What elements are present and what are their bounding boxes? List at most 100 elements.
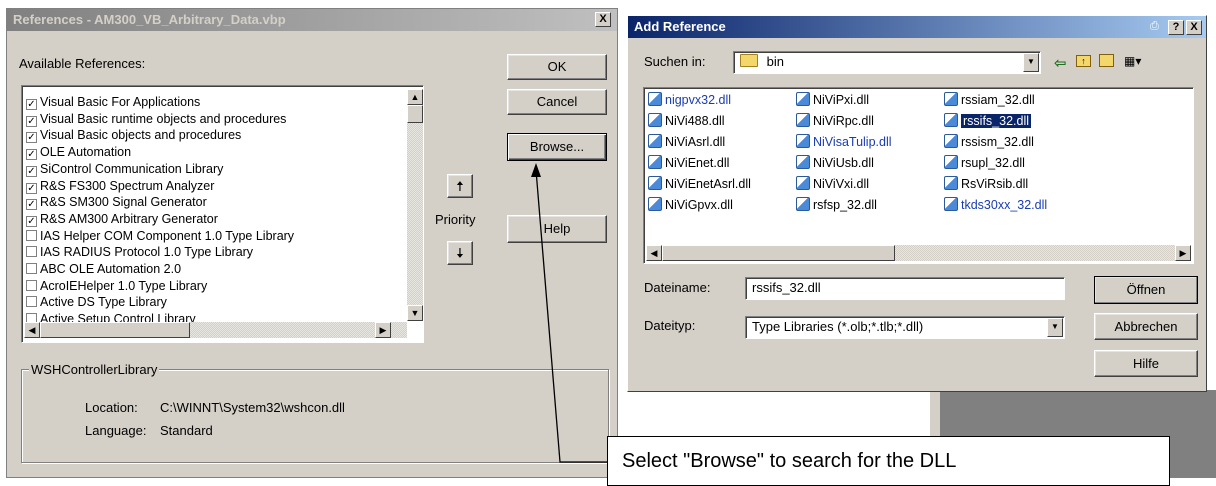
- file-item[interactable]: NiViEnetAsrl.dll: [648, 175, 751, 194]
- scrollbar-thumb[interactable]: [407, 105, 423, 123]
- view-menu-icon[interactable]: ▦▾: [1124, 54, 1148, 68]
- chevron-down-icon[interactable]: ▼: [1023, 53, 1039, 72]
- reference-list-item[interactable]: ✓ R&S AM300 Arbitrary Generator: [26, 211, 218, 228]
- close-title-button[interactable]: X: [1186, 20, 1202, 35]
- dll-file-icon: [796, 155, 810, 169]
- ok-button[interactable]: OK: [507, 54, 607, 80]
- abbrechen-button[interactable]: Abbrechen: [1094, 313, 1198, 340]
- checkbox-checked-icon[interactable]: ✓: [26, 215, 37, 227]
- file-item[interactable]: RsViRsib.dll: [944, 175, 1028, 194]
- up-folder-icon[interactable]: ↑: [1076, 55, 1091, 67]
- checkbox-checked-icon[interactable]: ✓: [26, 149, 37, 161]
- checkbox-unchecked-icon[interactable]: [26, 263, 37, 274]
- file-item[interactable]: nigpvx32.dll: [648, 91, 731, 110]
- reference-list-item[interactable]: AcroIEHelper 1.0 Type Library: [26, 278, 207, 295]
- references-vertical-scrollbar[interactable]: ▲ ▼: [407, 89, 423, 321]
- file-name: rssism_32.dll: [961, 135, 1034, 149]
- reference-list-item[interactable]: ✓ OLE Automation: [26, 144, 131, 161]
- file-name: tkds30xx_32.dll: [961, 198, 1048, 212]
- callout-text: Select "Browse" to search for the DLL: [622, 450, 957, 472]
- references-listbox[interactable]: ✓ Visual Basic For Applications ✓ Visual Ba…: [21, 85, 424, 343]
- file-name: NiViRpc.dll: [813, 114, 874, 128]
- checkbox-unchecked-icon[interactable]: [26, 279, 37, 291]
- checkbox-checked-icon[interactable]: ✓: [26, 199, 37, 211]
- scroll-down-arrow-icon[interactable]: ▼: [407, 305, 423, 321]
- dll-file-icon: [796, 134, 810, 148]
- reference-list-item[interactable]: ABC OLE Automation 2.0: [26, 261, 181, 278]
- dll-file-icon: [944, 92, 958, 106]
- file-item[interactable]: NiVi488.dll: [648, 112, 725, 131]
- file-item[interactable]: NiViVxi.dll: [796, 175, 869, 194]
- checkbox-unchecked-icon[interactable]: [26, 296, 37, 308]
- file-item[interactable]: NiViAsrl.dll: [648, 133, 725, 152]
- look-in-value: bin: [766, 54, 784, 69]
- checkbox-checked-icon[interactable]: ✓: [26, 132, 37, 144]
- reference-list-item[interactable]: ✓ R&S SM300 Signal Generator: [26, 194, 207, 211]
- file-item[interactable]: rssism_32.dll: [944, 133, 1034, 152]
- file-item[interactable]: NiViUsb.dll: [796, 154, 874, 173]
- scroll-up-arrow-icon[interactable]: ▲: [407, 89, 423, 105]
- file-list[interactable]: nigpvx32.dll NiVi488.dll NiViAsrl.dll NiViE…: [643, 87, 1194, 264]
- references-horizontal-scrollbar[interactable]: ◀ ▶: [24, 322, 407, 338]
- horizontal-scrollbar-thumb[interactable]: [40, 322, 190, 338]
- file-item[interactable]: rsupl_32.dll: [944, 154, 1025, 173]
- reference-list-item[interactable]: ✓ SiControl Communication Library: [26, 161, 223, 178]
- hilfe-button[interactable]: Hilfe: [1094, 350, 1198, 377]
- scroll-left-arrow-icon[interactable]: ◀: [646, 245, 662, 261]
- file-item[interactable]: NiViGpvx.dll: [648, 196, 733, 215]
- checkbox-checked-icon[interactable]: ✓: [26, 165, 37, 177]
- filetype-combo[interactable]: Type Libraries (*.olb;*.tlb;*.dll) ▼: [745, 316, 1065, 339]
- reference-label: ABC OLE Automation 2.0: [40, 262, 182, 276]
- checkbox-unchecked-icon[interactable]: [26, 229, 37, 241]
- reference-list-item[interactable]: IAS RADIUS Protocol 1.0 Type Library: [26, 244, 253, 261]
- file-item[interactable]: rsfsp_32.dll: [796, 196, 877, 215]
- new-folder-icon[interactable]: [1099, 54, 1114, 67]
- references-close-button[interactable]: X: [595, 12, 611, 27]
- browse-button[interactable]: Browse...: [507, 133, 607, 161]
- arrow-up-icon: 🠅: [456, 178, 464, 194]
- help-title-button[interactable]: ?: [1168, 20, 1184, 35]
- checkbox-checked-icon[interactable]: ✓: [26, 115, 37, 127]
- reference-list-item[interactable]: Active DS Type Library: [26, 294, 167, 311]
- cancel-button[interactable]: Cancel: [507, 89, 607, 115]
- reference-label: Active DS Type Library: [40, 295, 167, 310]
- dll-file-icon: [944, 113, 958, 127]
- reference-list-item[interactable]: ✓ Visual Basic objects and procedures: [26, 127, 241, 144]
- dll-file-icon: [944, 134, 958, 148]
- scroll-right-arrow-icon[interactable]: ▶: [1175, 245, 1191, 261]
- file-item[interactable]: tkds30xx_32.dll: [944, 196, 1047, 215]
- chevron-down-icon[interactable]: ▼: [1047, 318, 1063, 337]
- references-title-bar[interactable]: References - AM300_VB_Arbitrary_Data.vbp: [7, 9, 617, 31]
- open-button[interactable]: Öffnen: [1094, 276, 1198, 304]
- filename-input[interactable]: rssifs_32.dll: [745, 277, 1065, 300]
- file-item[interactable]: rssiam_32.dll: [944, 91, 1035, 110]
- file-item[interactable]: NiViRpc.dll: [796, 112, 874, 131]
- file-list-scrollbar-thumb[interactable]: [662, 245, 895, 261]
- reference-label: Visual Basic objects and procedures: [40, 128, 242, 143]
- reference-list-item[interactable]: ✓ R&S FS300 Spectrum Analyzer: [26, 178, 214, 195]
- file-item[interactable]: NiViEnet.dll: [648, 154, 729, 173]
- back-arrow-icon[interactable]: ⇦: [1054, 54, 1067, 72]
- reference-list-item[interactable]: IAS Helper COM Component 1.0 Type Librar…: [26, 228, 294, 245]
- printer-icon: ⎙: [1150, 20, 1159, 32]
- checkbox-checked-icon[interactable]: ✓: [26, 182, 37, 194]
- priority-up-button[interactable]: 🠅: [447, 174, 473, 198]
- filetype-label: Dateityp:: [644, 318, 696, 333]
- file-name: NiViEnetAsrl.dll: [665, 177, 751, 191]
- reference-list-item[interactable]: ✓ Visual Basic For Applications: [26, 94, 200, 111]
- file-item[interactable]: NiVisaTulip.dll: [796, 133, 892, 152]
- help-button[interactable]: Help: [507, 215, 607, 243]
- add-reference-title-bar[interactable]: Add Reference: [628, 16, 1206, 38]
- scroll-left-arrow-icon[interactable]: ◀: [24, 322, 40, 338]
- file-item[interactable]: rssifs_32.dll: [944, 112, 1031, 131]
- look-in-combo[interactable]: bin ▼: [733, 51, 1041, 74]
- checkbox-checked-icon[interactable]: ✓: [26, 99, 37, 110]
- checkbox-unchecked-icon[interactable]: [26, 246, 37, 258]
- priority-down-button[interactable]: 🠇: [447, 241, 473, 265]
- reference-list-item[interactable]: ✓ Visual Basic runtime objects and proced…: [26, 111, 286, 128]
- dll-file-icon: [796, 92, 810, 106]
- file-name: rssifs_32.dll: [961, 114, 1031, 128]
- scroll-right-arrow-icon[interactable]: ▶: [375, 322, 391, 338]
- file-item[interactable]: NiViPxi.dll: [796, 91, 869, 110]
- file-list-horizontal-scrollbar[interactable]: ◀ ▶: [646, 245, 1191, 261]
